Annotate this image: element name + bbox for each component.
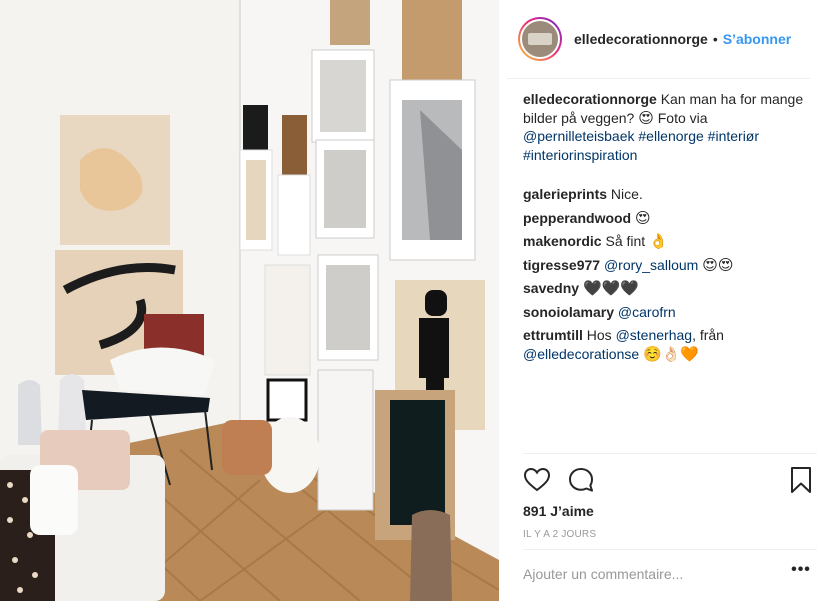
comment-username[interactable]: ettrumtill	[523, 327, 583, 343]
comment-username[interactable]: makenordic	[523, 233, 602, 249]
caption-tag[interactable]: #ellenorge	[638, 128, 703, 144]
comment-emoji: 😍😍	[702, 255, 734, 274]
post-photo[interactable]	[0, 0, 499, 601]
comment-username[interactable]: sonoiolamary	[523, 304, 614, 320]
comment-emoji: 😍	[635, 208, 651, 227]
bookmark-icon[interactable]	[787, 466, 815, 494]
comment-text: Så fint	[605, 233, 646, 249]
comment-username[interactable]: pepperandwood	[523, 210, 631, 226]
divider	[523, 453, 817, 454]
caption-text-2: Foto via	[657, 109, 708, 126]
comment-item: makenordic Så fint 👌	[523, 232, 813, 256]
caption-emoji: 😍	[638, 108, 654, 127]
caption-tag[interactable]: #interiør	[708, 128, 759, 144]
more-options-button[interactable]: •••	[790, 562, 812, 584]
comment-mention-2[interactable]: @elledecorationse	[523, 346, 639, 362]
comment-item: galerieprints Nice.	[523, 185, 813, 209]
caption-tag[interactable]: @pernilleteisbaek	[523, 128, 635, 144]
header-separator: •	[712, 31, 718, 47]
comment-emoji: ☺️👌🏻🧡	[643, 344, 700, 363]
comment-username[interactable]: galerieprints	[523, 186, 607, 202]
post-header: elledecorationnorge • S’abonner	[507, 0, 810, 79]
caption: elledecorationnorge Kan man ha for mange…	[523, 90, 813, 169]
comment-item: savedny 🖤🖤🖤	[523, 279, 813, 303]
comment-text: Nice.	[610, 186, 643, 202]
follow-button[interactable]: S’abonner	[723, 31, 791, 47]
comment-emoji: 👌	[649, 232, 668, 250]
comment-username[interactable]: tigresse977	[523, 257, 600, 273]
caption-tag[interactable]: #interiorinspiration	[523, 147, 637, 163]
story-ring[interactable]	[518, 17, 562, 61]
comment-mention[interactable]: @stenerhag	[616, 327, 692, 343]
comment-input[interactable]	[523, 563, 773, 585]
comment-item: ettrumtill Hos @stenerhag, från @elledec…	[523, 326, 813, 368]
comment-item: tigresse977 @rory_salloum 😍😍	[523, 256, 813, 280]
heart-icon[interactable]	[523, 466, 551, 494]
comment-mention[interactable]: @rory_salloum	[604, 257, 698, 273]
post-panel: elledecorationnorge • S’abonner elledeco…	[507, 0, 835, 601]
comment-item: sonoiolamary @carofrn	[523, 303, 813, 327]
header-username[interactable]: elledecorationnorge	[574, 31, 708, 47]
comment-bubble-icon[interactable]	[567, 466, 595, 494]
comments-list: elledecorationnorge Kan man ha for mange…	[523, 90, 813, 368]
avatar[interactable]	[520, 19, 560, 59]
comment-emoji: 🖤🖤🖤	[582, 279, 639, 297]
likes-count[interactable]: 891 J’aime	[523, 503, 594, 519]
divider	[523, 549, 817, 550]
comment-item: pepperandwood 😍	[523, 209, 813, 233]
caption-username[interactable]: elledecorationnorge	[523, 91, 657, 107]
comment-username[interactable]: savedny	[523, 280, 579, 296]
post-photo-illustration	[0, 0, 499, 601]
action-bar	[523, 466, 817, 496]
comment-mention[interactable]: @carofrn	[618, 304, 676, 320]
comment-text-2: , från	[692, 327, 724, 343]
comment-text: Hos	[586, 327, 612, 343]
post-timestamp[interactable]: IL Y A 2 JOURS	[523, 529, 596, 540]
